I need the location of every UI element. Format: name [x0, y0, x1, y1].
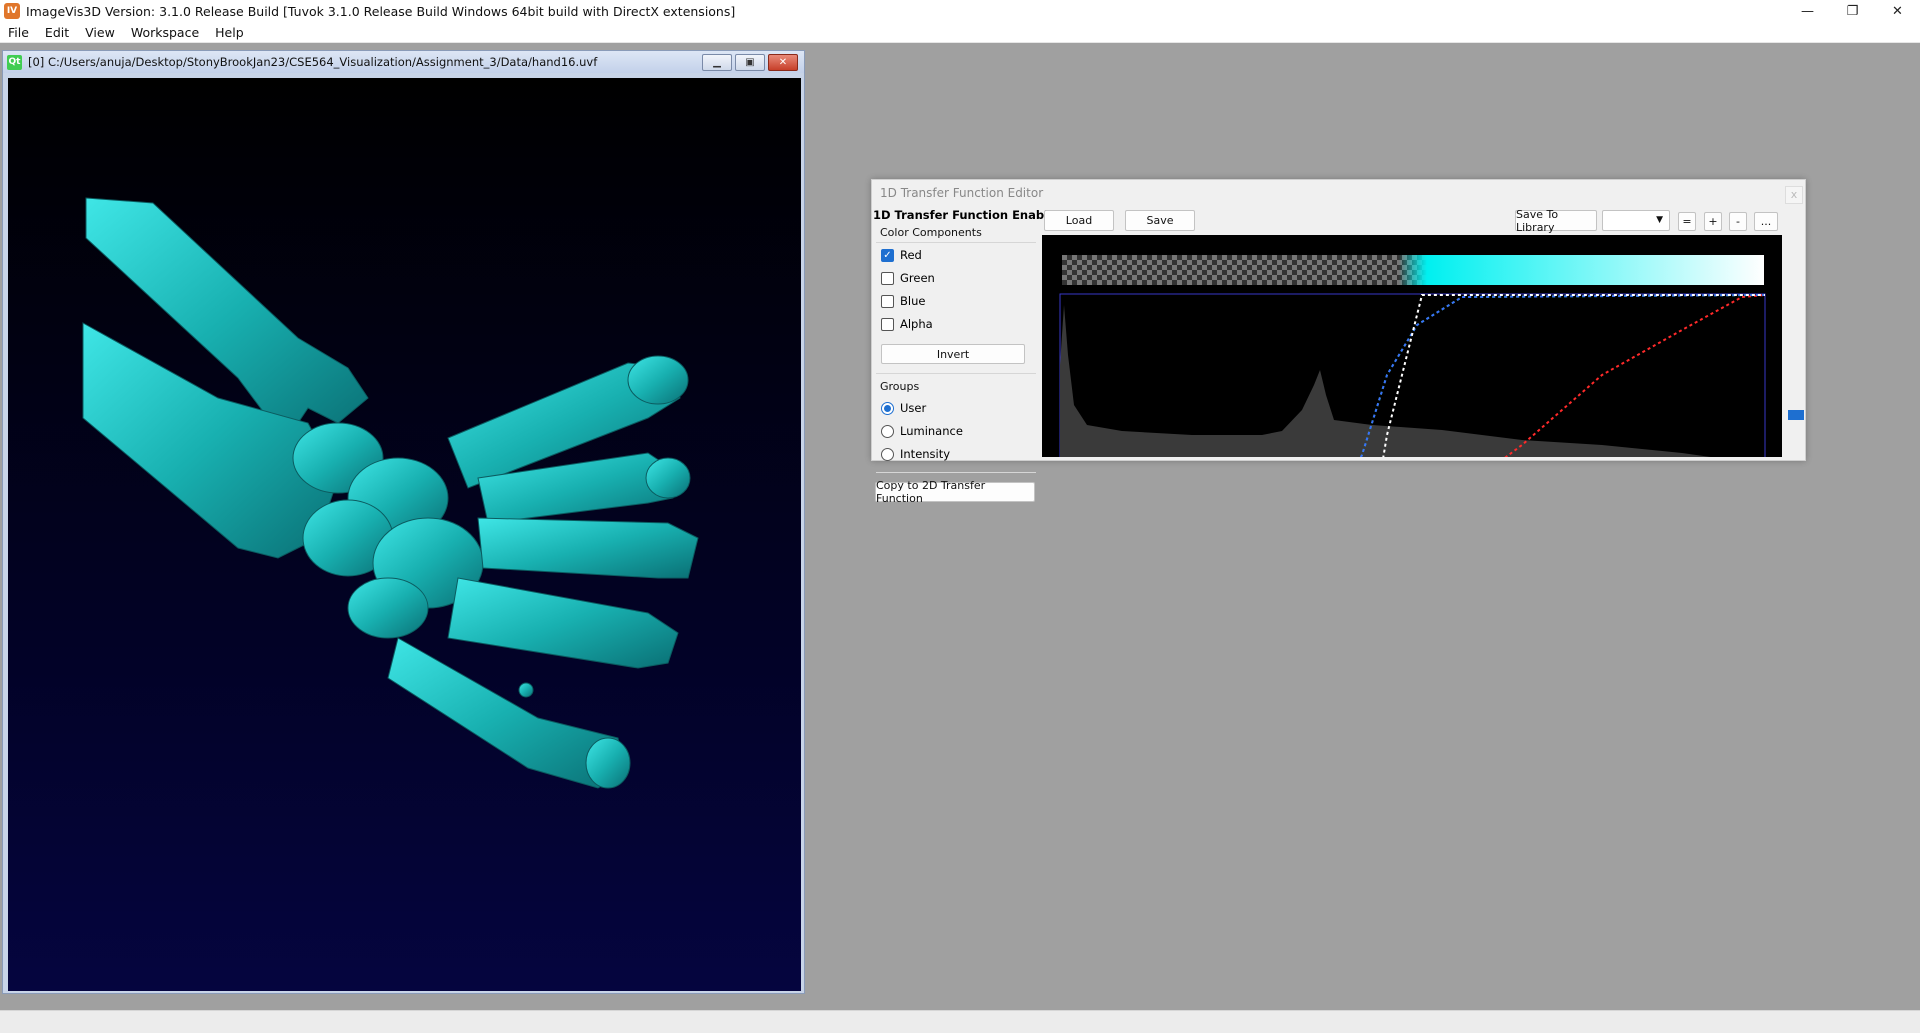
save-to-library-button[interactable]: Save To Library: [1515, 208, 1597, 234]
histogram: [1060, 305, 1765, 495]
tf-editor-close-button[interactable]: x: [1785, 186, 1803, 204]
divider: [876, 242, 1036, 243]
divider: [876, 373, 1036, 374]
render-restore-button[interactable]: ▣: [735, 54, 765, 71]
radio-luminance-label: Luminance: [900, 424, 963, 438]
minimize-button[interactable]: —: [1785, 0, 1830, 22]
colorbar-gradient[interactable]: [1062, 255, 1764, 285]
invert-button[interactable]: Invert: [881, 344, 1025, 364]
render-window-titlebar[interactable]: Qt [0] C:/Users/anuja/Desktop/StonyBrook…: [3, 51, 804, 73]
radio-intensity-label: Intensity: [900, 447, 951, 461]
menu-help[interactable]: Help: [215, 25, 244, 40]
chevron-down-icon: ▼: [1656, 215, 1663, 225]
checkbox-red-label: Red: [900, 248, 922, 262]
render-minimize-button[interactable]: ▁: [702, 54, 732, 71]
checkbox-red[interactable]: ✓ Red: [881, 248, 922, 262]
render-close-button[interactable]: ✕: [768, 54, 798, 71]
add-button[interactable]: +: [1704, 212, 1722, 231]
render-viewport[interactable]: [8, 78, 801, 991]
render-window-title: [0] C:/Users/anuja/Desktop/StonyBrookJan…: [28, 55, 598, 69]
menu-workspace[interactable]: Workspace: [131, 25, 199, 40]
equal-button[interactable]: =: [1678, 212, 1696, 231]
radio-intensity[interactable]: Intensity: [881, 447, 950, 461]
window-titlebar: IV ImageVis3D Version: 3.1.0 Release Bui…: [0, 0, 1920, 22]
restore-button[interactable]: ❐: [1830, 0, 1875, 22]
window-controls: — ❐ ✕: [1785, 0, 1920, 22]
tf-editor-dialog[interactable]: 1D Transfer Function Editor x 1D Transfe…: [871, 179, 1806, 507]
checkbox-box: [881, 271, 894, 285]
menu-view[interactable]: View: [85, 25, 115, 40]
tf-enabled-label: 1D Transfer Function Enabled: [873, 208, 1065, 222]
app-icon: IV: [4, 3, 20, 19]
radio-user-label: User: [900, 401, 927, 415]
tf-editor-title: 1D Transfer Function Editor: [880, 186, 1044, 200]
checkbox-alpha-label: Alpha: [900, 317, 933, 331]
radio-dot: [881, 401, 894, 415]
status-bar: [0, 1010, 1920, 1033]
checkbox-green[interactable]: Green: [881, 271, 935, 285]
checkbox-blue-label: Blue: [900, 294, 926, 308]
radio-dot: [881, 424, 894, 438]
window-title: ImageVis3D Version: 3.1.0 Release Build …: [26, 3, 736, 19]
copy-to-2d-button[interactable]: Copy to 2D Transfer Function: [875, 479, 1035, 505]
render-window[interactable]: Qt [0] C:/Users/anuja/Desktop/StonyBrook…: [2, 50, 805, 994]
save-button[interactable]: Save: [1125, 210, 1195, 231]
checkbox-green-label: Green: [900, 271, 935, 285]
remove-button[interactable]: -: [1729, 212, 1747, 231]
radio-dot: [881, 447, 894, 461]
more-button[interactable]: ...: [1754, 212, 1778, 231]
menu-bar: File Edit View Workspace Help: [0, 22, 1920, 43]
close-button[interactable]: ✕: [1875, 0, 1920, 22]
render-window-controls: ▁ ▣ ✕: [699, 54, 798, 71]
menu-file[interactable]: File: [8, 25, 29, 40]
color-components-label: Color Components: [880, 226, 982, 239]
check-icon: ✓: [881, 248, 894, 262]
scrollbar-thumb[interactable]: [1788, 410, 1804, 420]
qt-icon: Qt: [7, 54, 22, 70]
tf-scrollbar[interactable]: [1785, 210, 1805, 460]
menu-edit[interactable]: Edit: [45, 25, 69, 40]
mdi-area: Qt [0] C:/Users/anuja/Desktop/StonyBrook…: [0, 44, 1920, 1010]
groups-label: Groups: [880, 380, 920, 393]
radio-user[interactable]: User: [881, 401, 926, 415]
tf-canvas[interactable]: [1042, 235, 1782, 507]
checkbox-box: [881, 294, 894, 308]
load-button[interactable]: Load: [1044, 210, 1114, 231]
library-select[interactable]: ▼: [1602, 210, 1670, 231]
divider: [876, 472, 1036, 473]
radio-luminance[interactable]: Luminance: [881, 424, 963, 438]
checkbox-box: [881, 317, 894, 331]
hand-volume-render: [82, 197, 699, 789]
tf-canvas-svg: [1042, 255, 1782, 507]
checkbox-blue[interactable]: Blue: [881, 294, 925, 308]
checkbox-alpha[interactable]: Alpha: [881, 317, 933, 331]
